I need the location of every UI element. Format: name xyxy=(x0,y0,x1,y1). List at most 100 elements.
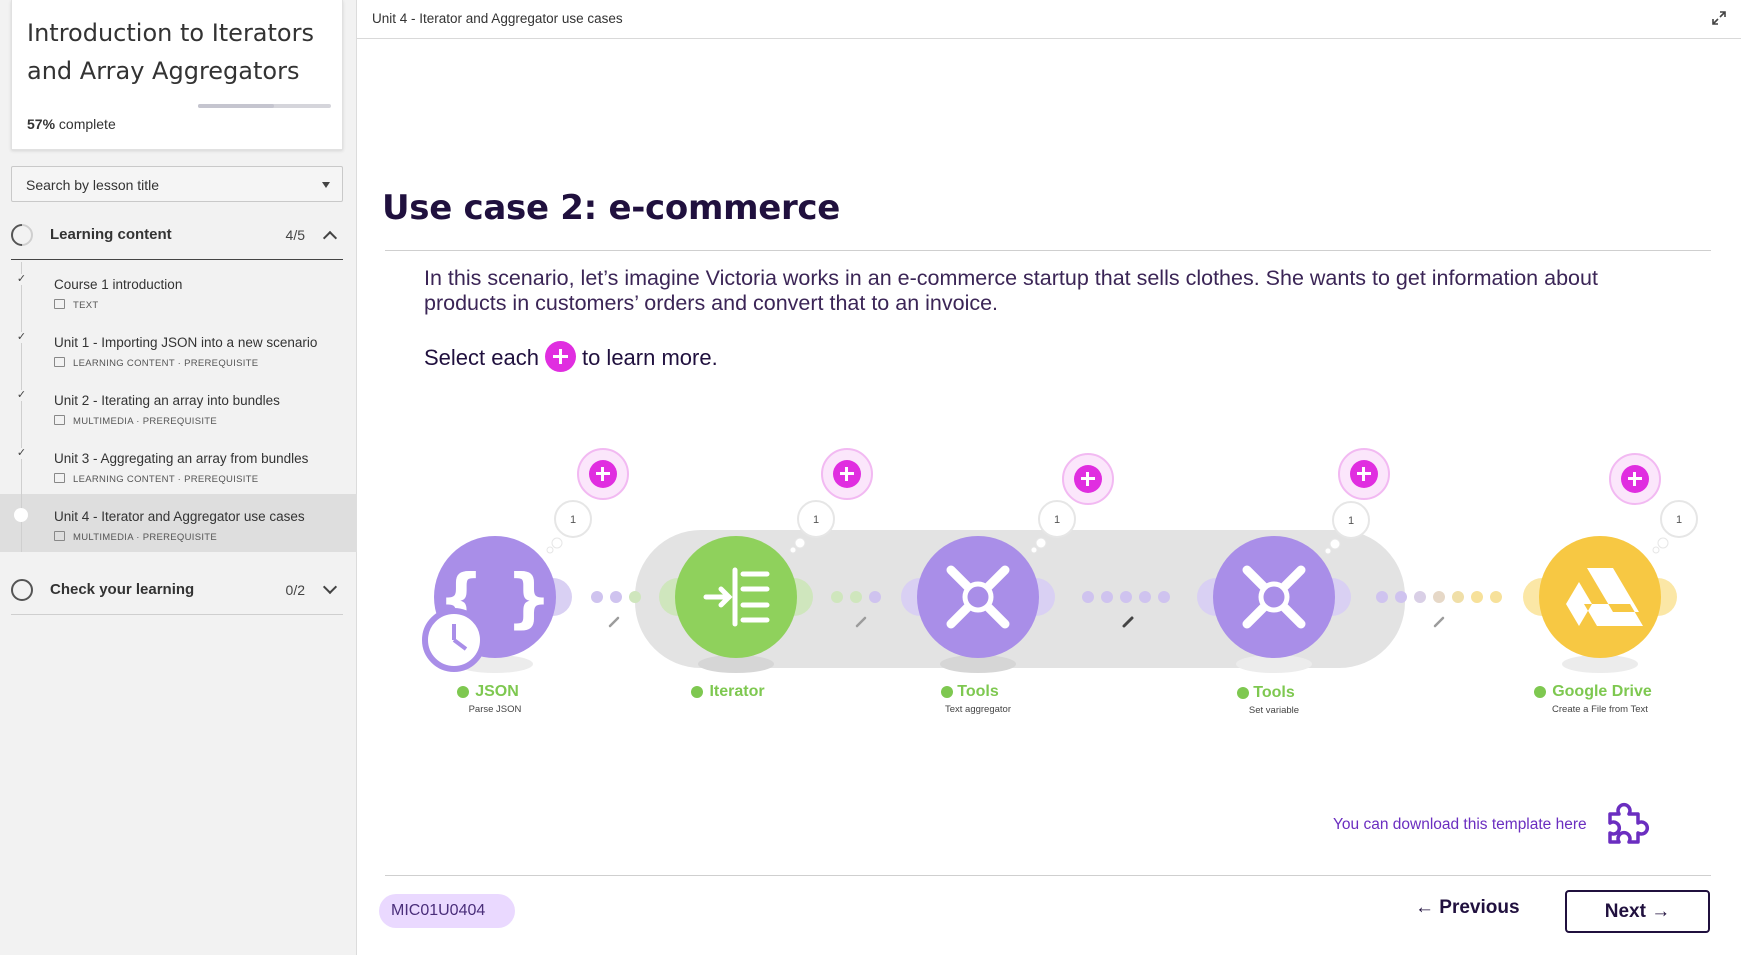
progress-percent: 57% xyxy=(27,116,56,132)
module-name: Google Drive xyxy=(1552,683,1652,700)
lesson-item-unit-1[interactable]: ✓ Unit 1 - Importing JSON into a new sce… xyxy=(0,320,357,378)
section-divider xyxy=(11,614,343,615)
module-name: Iterator xyxy=(709,683,764,700)
footer-divider xyxy=(385,875,1711,876)
next-button[interactable]: Next → xyxy=(1565,890,1710,933)
previous-label: Previous xyxy=(1439,897,1520,918)
arrow-right-icon: → xyxy=(1651,901,1671,922)
progress-suffix: complete xyxy=(55,116,116,132)
content-icon xyxy=(54,357,65,367)
module-label-google-drive: Google Drive Create a File from Text xyxy=(1534,683,1652,715)
hotspot-tools-aggregator-plus-button[interactable] xyxy=(1062,453,1114,505)
check-icon: ✓ xyxy=(16,389,27,401)
lesson-item-unit-3[interactable]: ✓ Unit 3 - Aggregating an array from bun… xyxy=(0,436,357,494)
page-title: Use case 2: e-commerce xyxy=(382,188,841,228)
lesson-meta: TEXT xyxy=(54,299,98,311)
lesson-meta: MULTIMEDIA · PREREQUISITE xyxy=(54,531,217,543)
document-icon xyxy=(54,299,65,309)
course-sidebar: Introduction to Iterators and Array Aggr… xyxy=(0,0,357,955)
chevron-down-icon[interactable] xyxy=(322,579,338,595)
plus-icon xyxy=(1621,465,1649,493)
module-name: Tools xyxy=(957,683,999,700)
content-icon xyxy=(54,473,65,483)
section-learning-content[interactable]: Learning content 4/5 xyxy=(6,214,343,254)
lesson-title: Unit 1 - Importing JSON into a new scena… xyxy=(54,335,318,350)
section-divider xyxy=(11,259,343,260)
check-icon: ✓ xyxy=(16,273,27,285)
progress-fill xyxy=(198,104,274,108)
connector-json-iterator xyxy=(591,591,641,603)
section-title: Check your learning xyxy=(50,581,195,598)
lesson-meta-text: MULTIMEDIA · PREREQUISITE xyxy=(73,532,218,543)
module-name: JSON xyxy=(475,683,519,700)
connector-iterator-tools xyxy=(831,591,881,603)
progress-bar xyxy=(198,104,331,108)
expand-icon[interactable] xyxy=(1711,10,1727,26)
module-name: Tools xyxy=(1253,684,1295,701)
lesson-item-unit-4[interactable]: Unit 4 - Iterator and Aggregator use cas… xyxy=(0,494,357,552)
section-check-learning[interactable]: Check your learning 0/2 xyxy=(11,569,343,609)
section-count: 0/2 xyxy=(285,582,305,598)
lesson-meta-text: LEARNING CONTENT · PREREQUISITE xyxy=(73,474,259,485)
lesson-meta: MULTIMEDIA · PREREQUISITE xyxy=(54,415,217,427)
module-subtitle: Create a File from Text xyxy=(1552,704,1648,715)
section-title: Learning content xyxy=(50,226,172,243)
module-label-tools-set-variable: Tools Set variable xyxy=(1237,684,1299,716)
lesson-title: Unit 3 - Aggregating an array from bundl… xyxy=(54,451,309,466)
scenario-diagram: { } 1 1 1 1 1 JSON Parse JSON Iterator T… xyxy=(357,430,1741,730)
plus-icon xyxy=(1350,460,1378,488)
module-labels: JSON Parse JSON Iterator Tools Text aggr… xyxy=(457,683,1652,716)
caret-down-icon xyxy=(322,182,330,188)
hotspot-google-drive-plus-button[interactable] xyxy=(1609,453,1661,505)
module-label-iterator: Iterator xyxy=(691,683,765,700)
timeline-line xyxy=(21,378,22,436)
puzzle-icon[interactable] xyxy=(1602,796,1652,846)
lesson-item-course-intro[interactable]: ✓ Course 1 introduction TEXT xyxy=(0,262,357,320)
next-label: Next xyxy=(1604,901,1646,922)
course-title: Introduction to Iterators and Array Aggr… xyxy=(27,19,314,85)
timeline-line xyxy=(21,320,22,378)
lesson-title: Unit 4 - Iterator and Aggregator use cas… xyxy=(54,509,305,524)
breadcrumb: Unit 4 - Iterator and Aggregator use cas… xyxy=(372,11,623,26)
module-badge-count: 1 xyxy=(1676,514,1682,526)
lesson-item-unit-2[interactable]: ✓ Unit 2 - Iterating an array into bundl… xyxy=(0,378,357,436)
module-label-json: JSON Parse JSON xyxy=(457,683,522,715)
hotspot-json-plus-button[interactable] xyxy=(577,448,629,500)
scenario-flow-graphic: { } 1 1 1 1 1 JSON Parse JSON Iterator T… xyxy=(422,500,1698,716)
lesson-meta-text: TEXT xyxy=(73,300,99,311)
lesson-title: Unit 2 - Iterating an array into bundles xyxy=(54,393,280,408)
module-badge-count: 1 xyxy=(1054,514,1060,526)
multimedia-icon xyxy=(54,415,65,425)
hotspot-iterator-plus-button[interactable] xyxy=(821,448,873,500)
module-badge-count: 1 xyxy=(813,514,819,526)
lesson-title: Course 1 introduction xyxy=(54,277,183,292)
instruction-line: Select each to learn more. xyxy=(424,341,718,372)
scenario-description: In this scenario, let’s imagine Victoria… xyxy=(424,266,1598,315)
instruction-prefix: Select each xyxy=(424,345,539,370)
lesson-search-dropdown[interactable]: Search by lesson title xyxy=(11,166,343,202)
module-label-tools-aggregator: Tools Text aggregator xyxy=(941,683,1011,715)
title-divider xyxy=(385,250,1711,251)
progress-label: 57% complete xyxy=(27,116,116,132)
section-count: 4/5 xyxy=(285,227,305,243)
chevron-up-icon[interactable] xyxy=(322,230,338,246)
lesson-meta: LEARNING CONTENT · PREREQUISITE xyxy=(54,473,258,485)
arrow-left-icon: ← xyxy=(1415,897,1434,918)
plus-icon xyxy=(1074,465,1102,493)
module-google-drive xyxy=(1523,536,1677,673)
check-icon: ✓ xyxy=(16,331,27,343)
lesson-meta-text: LEARNING CONTENT · PREREQUISITE xyxy=(73,358,259,369)
lesson-list: ✓ Course 1 introduction TEXT ✓ Unit 1 - … xyxy=(0,262,357,552)
download-template-link[interactable]: You can download this template here xyxy=(1333,816,1587,834)
timeline-line xyxy=(21,262,22,320)
current-lesson-dot-icon xyxy=(14,508,28,522)
hotspot-tools-set-variable-plus-button[interactable] xyxy=(1338,448,1390,500)
lesson-meta: LEARNING CONTENT · PREREQUISITE xyxy=(54,357,258,369)
lesson-search-placeholder: Search by lesson title xyxy=(26,177,160,193)
module-json: { } xyxy=(422,536,572,673)
previous-button[interactable]: ← Previous xyxy=(1415,897,1520,927)
multimedia-icon xyxy=(54,531,65,541)
timeline-line xyxy=(21,494,22,552)
lesson-header: Unit 4 - Iterator and Aggregator use cas… xyxy=(357,0,1741,39)
empty-ring-icon xyxy=(11,579,33,601)
